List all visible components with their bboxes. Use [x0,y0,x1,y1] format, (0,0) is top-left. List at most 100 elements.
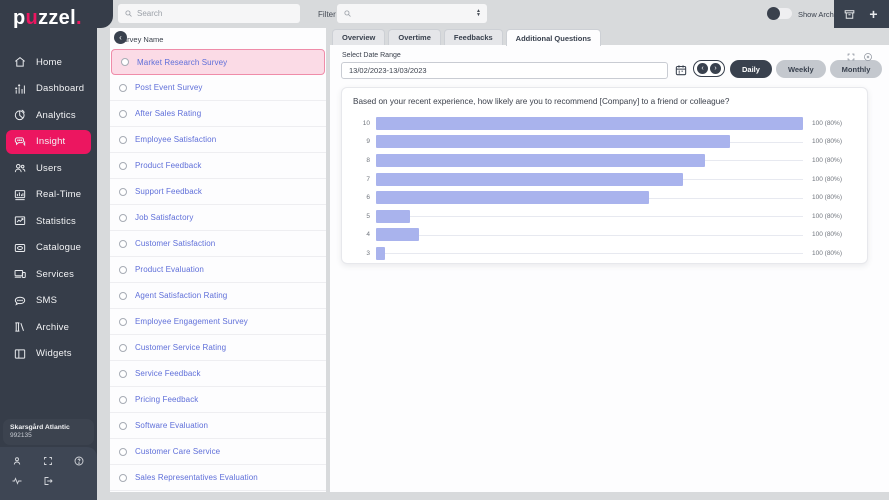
sidebar-item-home[interactable]: Home [0,49,97,76]
sidebar-item-dashboard[interactable]: Dashboard [0,76,97,103]
category-label: 7 [352,176,370,183]
survey-row[interactable]: Employee Engagement Survey [110,309,326,335]
filter-select[interactable]: ▲▼ [337,4,487,23]
survey-row[interactable]: Support Feedback [110,179,326,205]
survey-name: Employee Engagement Survey [135,317,248,326]
survey-row[interactable]: Product Evaluation [110,257,326,283]
bar[interactable] [376,154,705,167]
profile-icon[interactable] [11,455,23,467]
survey-name: Support Feedback [135,187,202,196]
radio-icon[interactable] [119,318,127,326]
sidebar-nav: Home Dashboard Analytics Insight Users R… [0,49,97,367]
calendar-icon[interactable] [674,63,688,77]
tab-overtime[interactable]: Overtime [388,29,441,45]
sidebar-item-catalogue[interactable]: Catalogue [0,235,97,262]
survey-name: Service Feedback [135,369,201,378]
sidebar-item-services[interactable]: Services [0,261,97,288]
tab-feedbacks[interactable]: Feedbacks [444,29,503,45]
bar-track [376,247,803,260]
bar-track [376,154,803,167]
radio-icon[interactable] [119,136,127,144]
survey-row[interactable]: Software Evaluation [110,413,326,439]
next-period-button[interactable]: › [710,63,721,74]
tab-overview[interactable]: Overview [332,29,385,45]
chart-row: 9 100 (80%) [352,133,857,152]
sidebar-item-analytics[interactable]: Analytics [0,102,97,129]
show-archived-toggle[interactable] [768,8,792,19]
close-circle-icon[interactable] [863,52,873,62]
bar[interactable] [376,117,803,130]
survey-row[interactable]: Sales Representatives Evaluation [110,465,326,491]
bar[interactable] [376,228,419,241]
radio-icon[interactable] [121,58,129,66]
bar-chart: 10 100 (80%) 9 100 (80%) 8 100 (80%) 7 [342,106,867,263]
survey-name: Software Evaluation [135,421,208,430]
puzzel-logo: puzzel. [0,0,97,30]
prev-period-button[interactable]: ‹ [697,63,708,74]
help-icon[interactable] [73,455,85,467]
survey-row[interactable]: Customer Care Service [110,439,326,465]
collapse-sidebar-button[interactable]: ‹ [114,31,127,44]
sidebar-item-insight[interactable]: Insight [6,130,91,154]
sidebar-item-archive[interactable]: Archive [0,314,97,341]
radio-icon[interactable] [119,292,127,300]
radio-icon[interactable] [119,474,127,482]
chart-row: 4 100 (80%) [352,226,857,245]
bar[interactable] [376,135,730,148]
survey-row[interactable]: Employee Satisfaction [110,127,326,153]
bar-track [376,210,803,223]
app-window: puzzel. Home Dashboard Analytics Insight… [0,0,889,500]
survey-row[interactable]: Pricing Feedback [110,387,326,413]
logout-icon[interactable] [42,475,54,487]
sidebar-item-sms[interactable]: SMS [0,288,97,315]
daily-button[interactable]: Daily [730,60,772,78]
bar[interactable] [376,173,683,186]
date-range-input[interactable] [341,62,668,79]
survey-row[interactable]: Customer Service Rating [110,335,326,361]
radio-icon[interactable] [119,110,127,118]
sidebar-item-real-time[interactable]: Real-Time [0,182,97,209]
radio-icon[interactable] [119,396,127,404]
radio-icon[interactable] [119,84,127,92]
survey-row[interactable]: After Sales Rating [110,101,326,127]
radio-icon[interactable] [119,448,127,456]
radio-icon[interactable] [119,344,127,352]
bar[interactable] [376,210,410,223]
search-input[interactable] [137,9,300,18]
sidebar-item-widgets[interactable]: Widgets [0,341,97,368]
search-box [118,4,300,23]
fullscreen-icon[interactable] [42,455,54,467]
radio-icon[interactable] [119,162,127,170]
monthly-button[interactable]: Monthly [830,60,883,78]
weekly-button[interactable]: Weekly [776,60,826,78]
activity-icon[interactable] [11,475,23,487]
bar[interactable] [376,191,649,204]
radio-icon[interactable] [119,266,127,274]
radio-icon[interactable] [119,370,127,378]
radio-icon[interactable] [119,214,127,222]
survey-row[interactable]: Agent Satisfaction Rating [110,283,326,309]
sidebar-item-statistics[interactable]: Statistics [0,208,97,235]
filter-label: Filter [318,10,336,19]
archive-box-icon[interactable] [843,8,856,21]
survey-list-header: Survey Name [110,28,326,49]
expand-icon[interactable] [846,52,856,62]
tab-additional-questions[interactable]: Additional Questions [506,29,601,46]
sidebar-item-users[interactable]: Users [0,155,97,182]
survey-row-selected[interactable]: Market Research Survey [111,49,325,75]
home-icon [13,55,27,69]
search-icon [343,9,352,18]
sidebar-item-label: Analytics [36,110,76,121]
survey-row[interactable]: Customer Satisfaction [110,231,326,257]
add-button[interactable]: + [867,8,880,21]
survey-row[interactable]: Service Feedback [110,361,326,387]
radio-icon[interactable] [119,240,127,248]
widgets-icon [13,347,27,361]
chart-row: 3 100 (80%) [352,244,857,263]
survey-row[interactable]: Product Feedback [110,153,326,179]
radio-icon[interactable] [119,188,127,196]
radio-icon[interactable] [119,422,127,430]
survey-row[interactable]: Post Event Survey [110,75,326,101]
survey-row[interactable]: Job Satisfactory [110,205,326,231]
bar[interactable] [376,247,385,260]
